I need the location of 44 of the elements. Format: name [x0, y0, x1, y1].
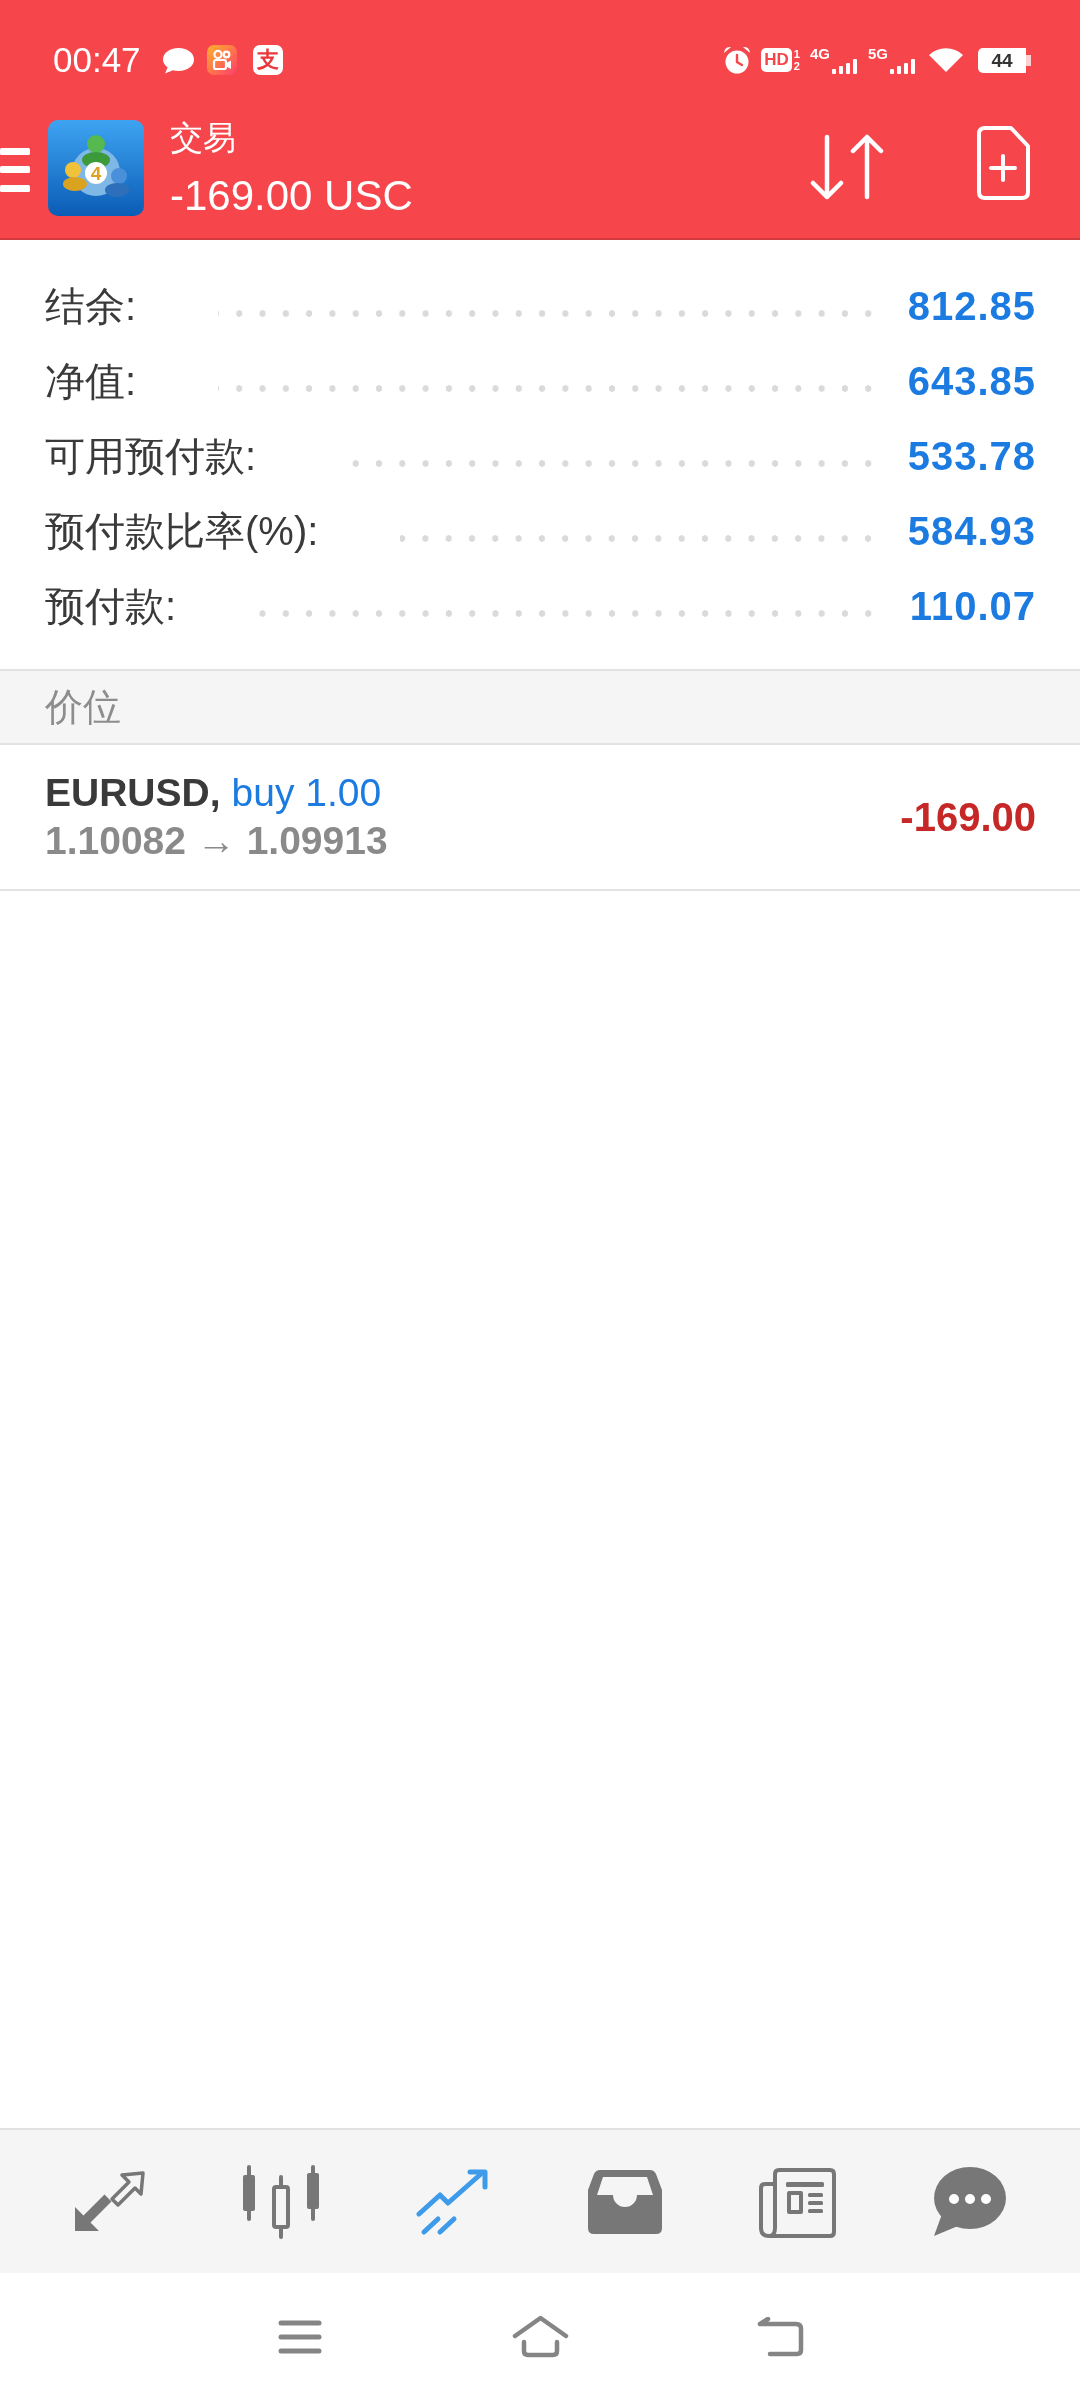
- account-field-value: 812.85: [906, 282, 1036, 330]
- account-field-value: 584.93: [906, 507, 1036, 555]
- trade-arrows-icon[interactable]: [72, 2169, 146, 2234]
- signal-bars-icon: [832, 59, 858, 74]
- app-logo: 4: [48, 120, 144, 216]
- account-field-value: 643.85: [906, 357, 1036, 405]
- message-notification-icon: [161, 46, 195, 74]
- hd-voice-label: HD: [761, 48, 792, 72]
- symbol-label: EURUSD,: [45, 770, 221, 816]
- status-time: 00:47: [53, 40, 141, 80]
- account-field-label: 净值:: [45, 357, 137, 405]
- sim-slot-label: 1: [793, 48, 800, 60]
- alarm-clock-icon: [722, 45, 753, 75]
- profit-value: -169.00: [900, 794, 1036, 841]
- sort-icon[interactable]: [809, 134, 885, 200]
- account-field-value: 110.07: [908, 582, 1036, 630]
- account-field-label: 可用预付款:: [45, 432, 257, 480]
- newspaper-icon[interactable]: [758, 2165, 836, 2238]
- menu-icon[interactable]: [0, 148, 30, 192]
- order-type-label: buy 1.00: [231, 770, 382, 816]
- sim-slot-label: 2: [793, 60, 800, 72]
- price-change-label: 1.10082 → 1.09913: [45, 818, 388, 864]
- section-title: 价位: [45, 685, 121, 730]
- wifi-icon: [928, 47, 964, 73]
- camera-app-icon: [206, 45, 237, 75]
- account-field-label: 预付款比率(%):: [45, 507, 319, 555]
- account-field-label: 结余:: [45, 282, 137, 330]
- floating-profit-label: -169.00 USC: [170, 172, 413, 220]
- account-field-value: 533.78: [906, 432, 1036, 480]
- signal-bars-icon: [890, 59, 916, 74]
- chat-bubble-icon[interactable]: [932, 2165, 1006, 2238]
- battery-indicator: 44: [978, 47, 1031, 73]
- candlestick-chart-icon[interactable]: [242, 2164, 320, 2239]
- network-type-label: 4G: [809, 46, 830, 61]
- network-type-label: 5G: [868, 46, 888, 61]
- menu-icon[interactable]: [278, 2319, 322, 2354]
- trend-line-icon[interactable]: [416, 2167, 490, 2236]
- home-icon[interactable]: [511, 2315, 569, 2358]
- inbox-tray-icon[interactable]: [588, 2168, 662, 2235]
- account-field-label: 预付款:: [45, 582, 177, 630]
- screen-title: 交易: [170, 118, 236, 158]
- add-document-icon[interactable]: [975, 125, 1031, 201]
- back-icon[interactable]: [755, 2316, 805, 2357]
- app-logo: 支: [252, 45, 283, 75]
